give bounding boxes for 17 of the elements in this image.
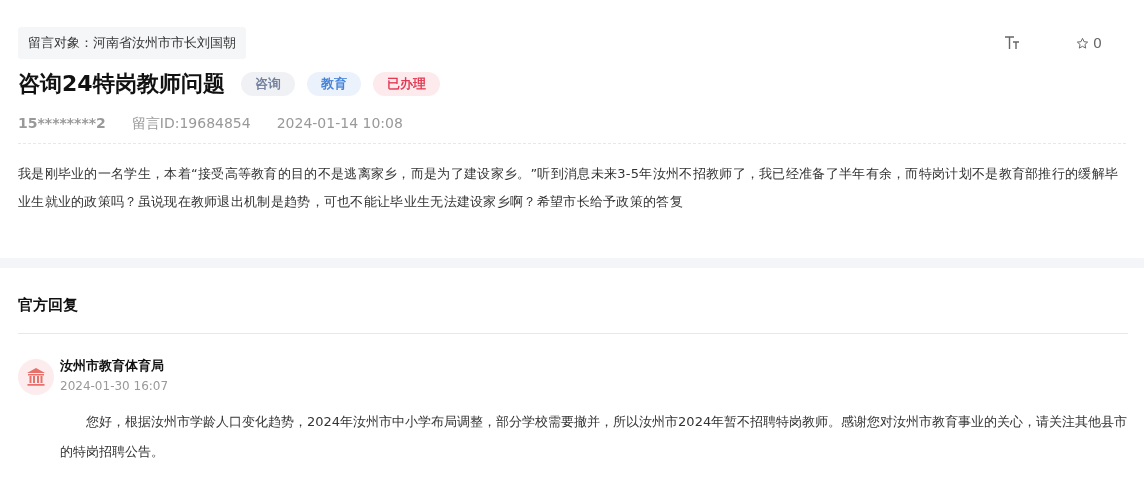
department-name: 汝州市教育体育局 <box>60 357 165 375</box>
font-size-icon[interactable] <box>1004 36 1021 50</box>
message-id: 留言ID:19684854 <box>131 115 251 133</box>
message-target: 留言对象：河南省汝州市市长刘国朝 <box>18 27 246 59</box>
tag-label: 已办理 <box>386 76 426 91</box>
message-title: 咨询24特岗教师问题 <box>18 70 225 98</box>
reply-heading: 官方回复 <box>18 268 1128 334</box>
reply-body: 您好，根据汝州市学龄人口变化趋势，2024年汝州市中小学布局调整，部分学校需要撤并，所以汝州市2024年暂不招聘特岗教师。感谢您对汝州市教育事业的关心，请关注其他县市的特岗招聘公告。 <box>59 413 1128 461</box>
government-building-icon <box>18 359 54 395</box>
tag-label: 教育 <box>320 76 347 91</box>
reply-time: 2024-01-30 16:07 <box>60 379 169 393</box>
favorite-button[interactable]: 0 <box>1076 35 1102 51</box>
message-body: 我是刚毕业的一名学生，本着“接受高等教育的目的不是逃离家乡，而是为了建设家乡。”听到消息未来3-5年汝州不招教师了，我已经准备了半年有余，而特岗计划不是教育部推行的缓解毕业生就业的政策吗？虽说现在教师退出机制是趋势，可也不能让毕业生无法建设家乡啊？希望市长给予政策的答复 <box>18 165 1120 211</box>
post-time: 2024-01-14 10:08 <box>276 115 403 133</box>
author: 15********2 <box>18 115 106 133</box>
star-icon <box>1076 36 1090 50</box>
tag-label: 咨询 <box>254 76 281 91</box>
